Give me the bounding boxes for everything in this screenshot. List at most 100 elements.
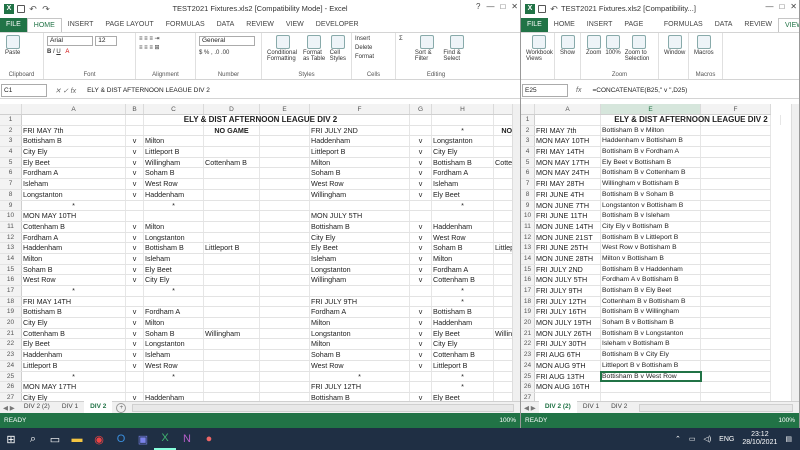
row-header[interactable]: 4 (521, 147, 535, 157)
row-header[interactable]: 17 (0, 286, 22, 296)
cell[interactable]: City Ely (22, 318, 126, 328)
network-icon[interactable]: ▭ (689, 435, 696, 443)
row-header[interactable]: 2 (0, 125, 22, 136)
cell[interactable] (260, 296, 310, 307)
cell[interactable] (701, 264, 771, 275)
cell[interactable] (701, 211, 771, 221)
cell[interactable]: v (126, 136, 144, 147)
cell[interactable]: v (126, 318, 144, 328)
cell[interactable]: * (432, 296, 494, 307)
column-header[interactable]: C (144, 104, 204, 114)
cell[interactable] (260, 328, 310, 339)
cell[interactable]: FRI MAY 14TH (22, 296, 126, 307)
cell[interactable]: Bottisham B (432, 307, 494, 318)
row-header[interactable]: 5 (0, 157, 22, 168)
cell[interactable]: City Ely (432, 339, 494, 350)
cell[interactable] (701, 168, 771, 179)
cell[interactable] (144, 296, 204, 307)
ribbon-tab-review[interactable]: REVIEW (240, 18, 280, 32)
cell[interactable] (260, 382, 310, 392)
cell[interactable]: Isleham (310, 253, 410, 264)
close-button[interactable]: ✕ (511, 2, 518, 11)
cell[interactable]: v (410, 339, 432, 350)
cell[interactable] (204, 189, 260, 200)
cell[interactable] (204, 382, 260, 392)
cell[interactable]: MON MAY 17TH (22, 382, 126, 392)
spreadsheet-grid[interactable]: A E F 1 ELY & DIST AFTERNOON LEAGUE DIV 2 2 FR… (521, 104, 781, 404)
ribbon-tab-review[interactable]: REVIEW (738, 18, 778, 32)
cell[interactable] (260, 286, 310, 296)
cell[interactable]: West Row (144, 179, 204, 189)
sort-filter-button[interactable]: Sort & Filter (415, 35, 440, 77)
cell[interactable] (126, 296, 144, 307)
row-header[interactable]: 20 (521, 318, 535, 328)
maximize-button[interactable]: □ (500, 2, 505, 11)
ribbon-tab-formulas[interactable]: FORMULAS (658, 18, 709, 32)
cell[interactable]: Isleham v Bottisham B (601, 339, 701, 350)
zoom-100-button[interactable]: 100% (605, 35, 621, 77)
sum-icon[interactable]: Σ (399, 35, 413, 77)
row-header[interactable]: 23 (0, 350, 22, 360)
onenote-icon[interactable]: N (176, 428, 198, 450)
cell[interactable]: v (410, 136, 432, 147)
fx-icon[interactable]: fx (568, 87, 589, 94)
cell[interactable]: v (126, 221, 144, 232)
cell[interactable]: v (410, 350, 432, 360)
cell[interactable]: Milton v Bottisham B (601, 253, 701, 264)
cell[interactable]: Milton (310, 318, 410, 328)
cell[interactable]: Willingham v Bottisham B (601, 179, 701, 189)
cell[interactable] (701, 147, 771, 157)
cell[interactable]: MON MAY 17TH (535, 157, 601, 168)
cell[interactable]: Bottisham B v West Row (600, 370, 702, 383)
zoom-level[interactable]: 100% (778, 417, 795, 424)
cell[interactable]: v (126, 232, 144, 243)
row-header[interactable]: 12 (521, 232, 535, 243)
cell[interactable]: Ely Beet (432, 189, 494, 200)
cell[interactable] (701, 179, 771, 189)
cell[interactable]: Haddenham (432, 221, 494, 232)
cell[interactable] (701, 125, 771, 136)
cell[interactable]: Littleport B (204, 243, 260, 253)
cell[interactable] (310, 286, 410, 296)
align-icons[interactable]: ≡ ≡ ≡ ⇥ (139, 35, 192, 44)
column-header[interactable]: F (310, 104, 410, 114)
cell[interactable] (204, 264, 260, 275)
cell[interactable]: Bottisham B v Cottenham B (601, 168, 701, 179)
sheet-nav-arrows[interactable]: ◀ ▶ (0, 404, 18, 412)
cell[interactable] (701, 157, 771, 168)
row-header[interactable]: 8 (521, 189, 535, 200)
font-color-icon[interactable]: A (65, 49, 69, 55)
cell[interactable]: Haddenham (432, 318, 494, 328)
cell[interactable]: Bottisham B v Milton (601, 125, 701, 136)
cell[interactable]: Soham B (310, 350, 410, 360)
show-button[interactable]: Show (560, 35, 575, 56)
row-header[interactable]: 5 (521, 157, 535, 168)
cell[interactable]: MON JULY 19TH (535, 318, 601, 328)
row-header[interactable]: 21 (521, 328, 535, 339)
cell[interactable]: v (410, 360, 432, 371)
cell[interactable]: Haddenham (310, 136, 410, 147)
cell[interactable]: Fordham A (22, 232, 126, 243)
cell[interactable]: Soham B (432, 243, 494, 253)
workbook-views-button[interactable]: Workbook Views (526, 35, 553, 62)
cell[interactable]: Ely Beet (22, 157, 126, 168)
row-header[interactable]: 15 (521, 264, 535, 275)
cell[interactable] (260, 168, 310, 179)
column-header[interactable]: B (126, 104, 144, 114)
cell[interactable] (701, 189, 771, 200)
cell[interactable]: Soham B (22, 264, 126, 275)
column-header[interactable]: E (260, 104, 310, 114)
outlook-icon[interactable]: O (110, 428, 132, 450)
cell[interactable]: Bottisham B v Isleham (601, 211, 701, 221)
cell[interactable] (701, 275, 771, 285)
row-header[interactable]: 25 (521, 371, 535, 382)
cell[interactable] (701, 232, 771, 243)
cell[interactable] (126, 371, 144, 382)
maximize-button[interactable]: □ (779, 2, 784, 11)
cell[interactable] (260, 275, 310, 285)
cell[interactable]: MON JUNE 7TH (535, 200, 601, 211)
row-header[interactable]: 23 (521, 350, 535, 360)
cell[interactable]: v (126, 350, 144, 360)
cell[interactable]: Milton (144, 318, 204, 328)
formula-input[interactable]: =CONCATENATE(B25," v ",D25) (589, 84, 799, 97)
